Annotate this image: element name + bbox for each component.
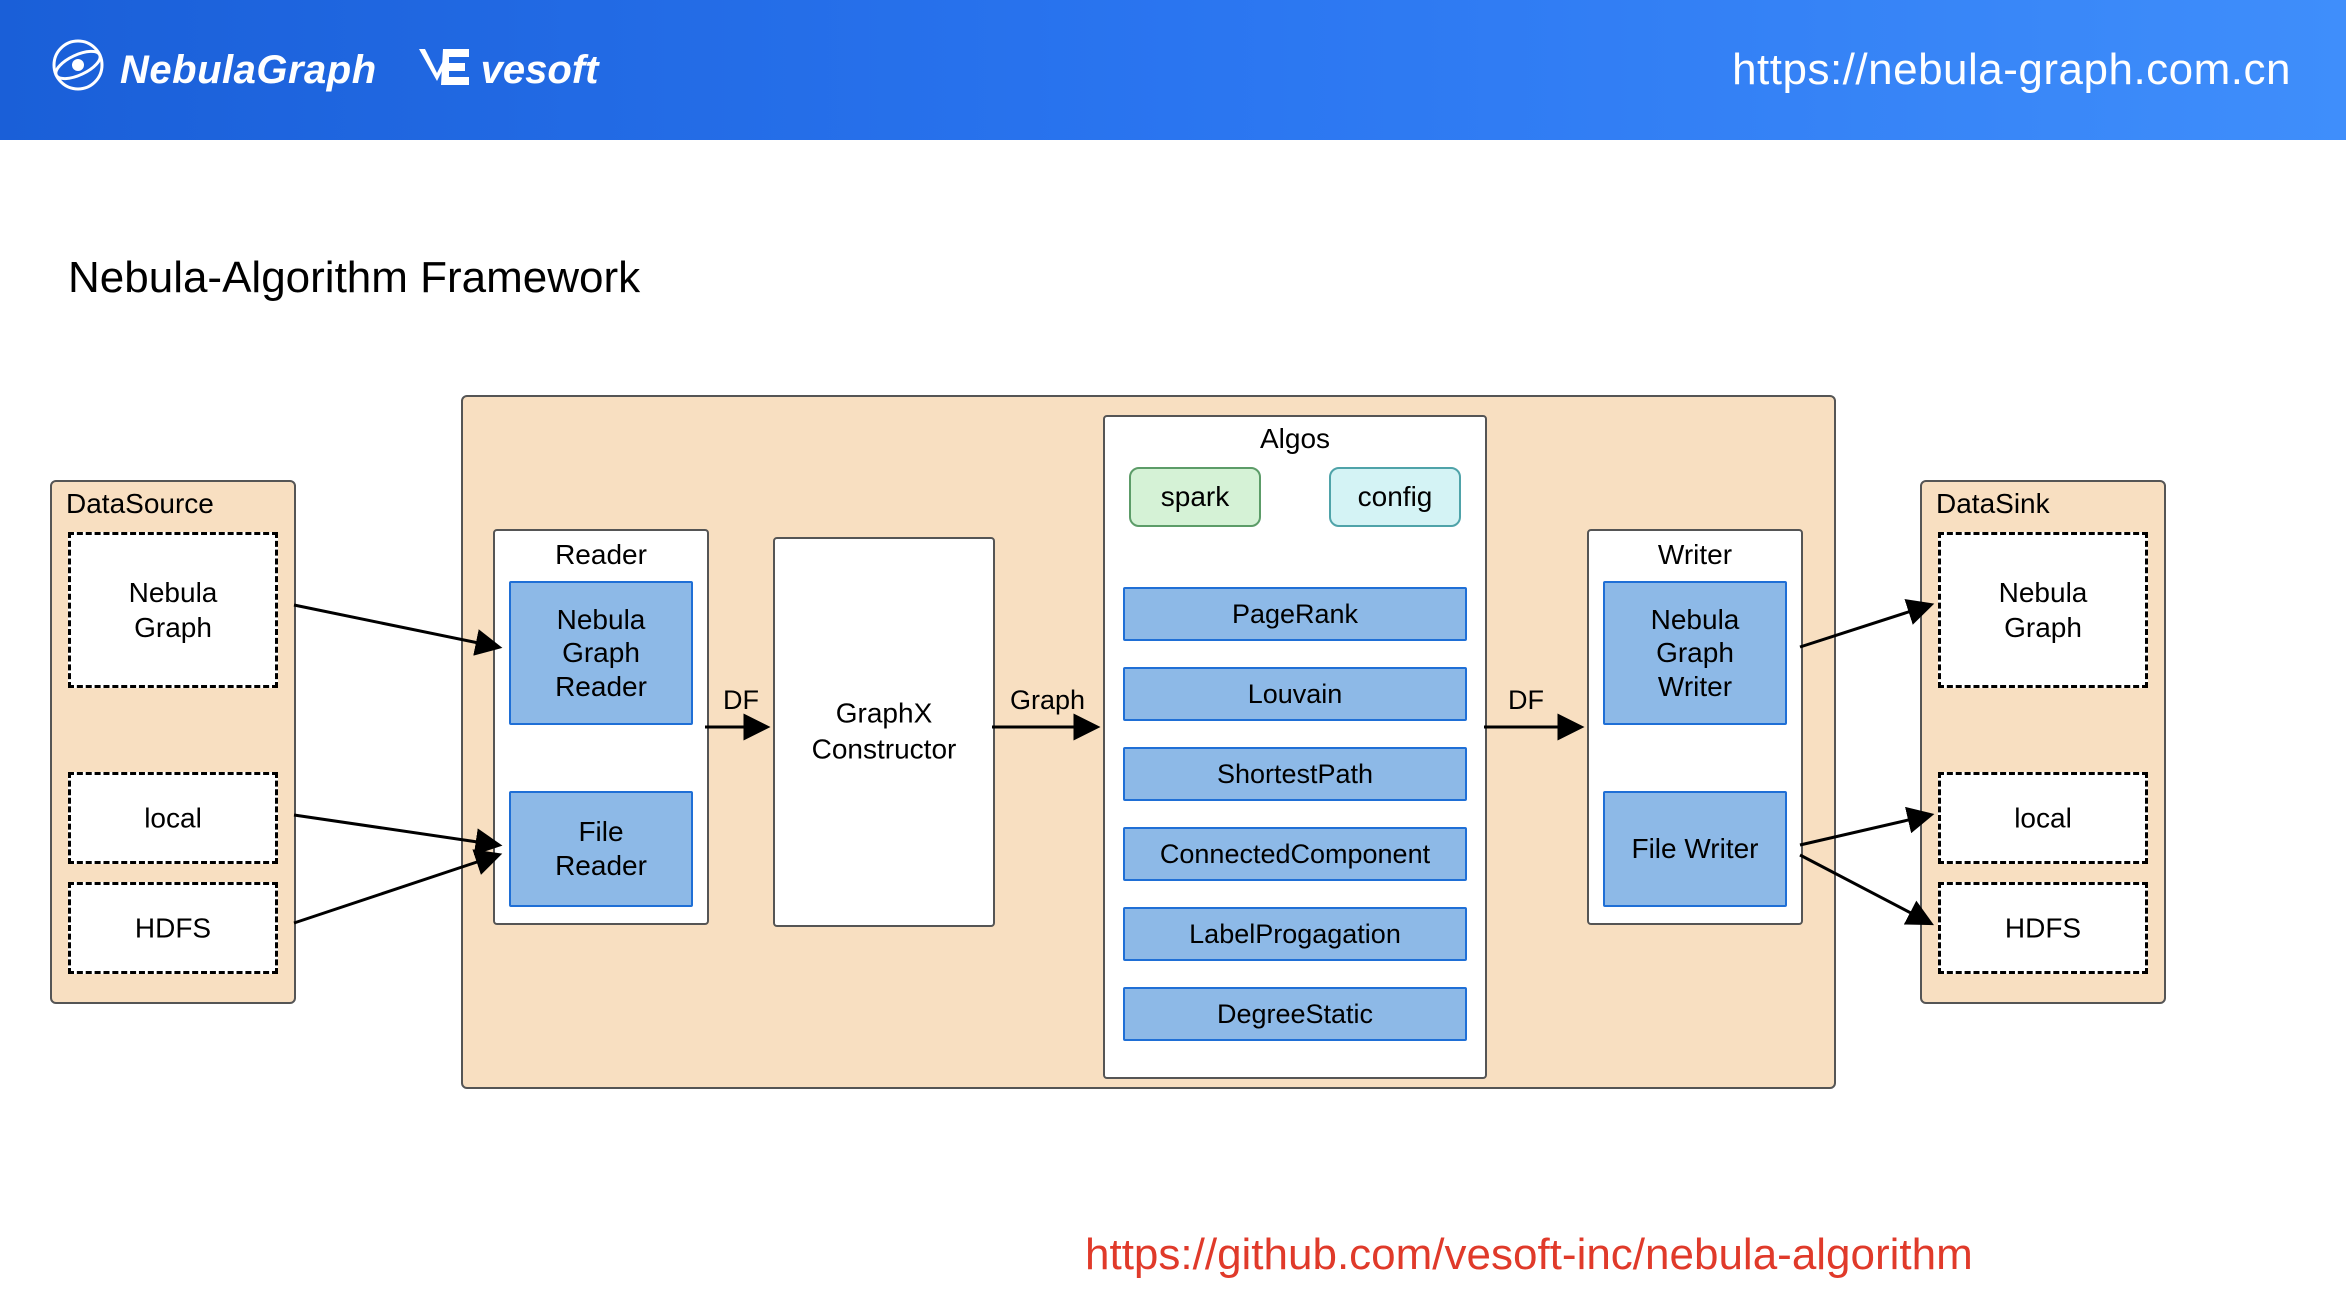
label-writer: Writer (1658, 539, 1732, 571)
algo-shortestpath: ShortestPath (1123, 747, 1467, 801)
label-datasink: DataSink (1936, 488, 2050, 520)
edge-label-graph: Graph (1010, 685, 1085, 716)
sink-local: local (1938, 772, 2148, 864)
nebulagraph-logo: NebulaGraph (50, 37, 377, 103)
slide-header: NebulaGraph vesoft https://nebula-graph.… (0, 0, 2346, 140)
src-local: local (68, 772, 278, 864)
box-algos: Algos spark config PageRank Louvain Shor… (1103, 415, 1487, 1079)
panel-datasink: DataSink NebulaGraph local HDFS (1920, 480, 2166, 1004)
diagram-canvas: DataSource NebulaGraph local HDFS Reader… (50, 395, 2296, 1085)
github-url: https://github.com/vesoft-inc/nebula-alg… (1085, 1230, 1973, 1280)
algo-connectedcomponent: ConnectedComponent (1123, 827, 1467, 881)
writer-nebula: NebulaGraphWriter (1603, 581, 1787, 725)
sink-nebula: NebulaGraph (1938, 532, 2148, 688)
header-url: https://nebula-graph.com.cn (1732, 45, 2291, 95)
nebula-icon (50, 37, 106, 103)
edge-label-df1: DF (723, 685, 759, 716)
panel-datasource: DataSource NebulaGraph local HDFS (50, 480, 296, 1004)
algo-pagerank: PageRank (1123, 587, 1467, 641)
nebula-wordmark: NebulaGraph (120, 48, 377, 93)
label-datasource: DataSource (66, 488, 214, 520)
sink-hdfs: HDFS (1938, 882, 2148, 974)
panel-main: Reader NebulaGraphReader FileReader Grap… (461, 395, 1836, 1089)
slide-title: Nebula-Algorithm Framework (68, 253, 640, 303)
vesoft-icon (417, 45, 471, 95)
label-reader: Reader (555, 539, 647, 571)
label-graphx: GraphXConstructor (812, 696, 957, 769)
writer-file: File Writer (1603, 791, 1787, 907)
box-writer: Writer NebulaGraphWriter File Writer (1587, 529, 1803, 925)
edge-label-df2: DF (1508, 685, 1544, 716)
box-reader: Reader NebulaGraphReader FileReader (493, 529, 709, 925)
src-hdfs: HDFS (68, 882, 278, 974)
reader-nebula: NebulaGraphReader (509, 581, 693, 725)
vesoft-logo: vesoft (417, 45, 599, 95)
logos: NebulaGraph vesoft (50, 37, 598, 103)
algos-param-config: config (1329, 467, 1461, 527)
algo-degreestatic: DegreeStatic (1123, 987, 1467, 1041)
algos-param-spark: spark (1129, 467, 1261, 527)
src-nebula: NebulaGraph (68, 532, 278, 688)
algo-louvain: Louvain (1123, 667, 1467, 721)
label-algos: Algos (1260, 423, 1330, 455)
vesoft-wordmark: vesoft (481, 48, 599, 93)
algo-labelpropagation: LabelProgagation (1123, 907, 1467, 961)
reader-file: FileReader (509, 791, 693, 907)
box-graphx: GraphXConstructor (773, 537, 995, 927)
